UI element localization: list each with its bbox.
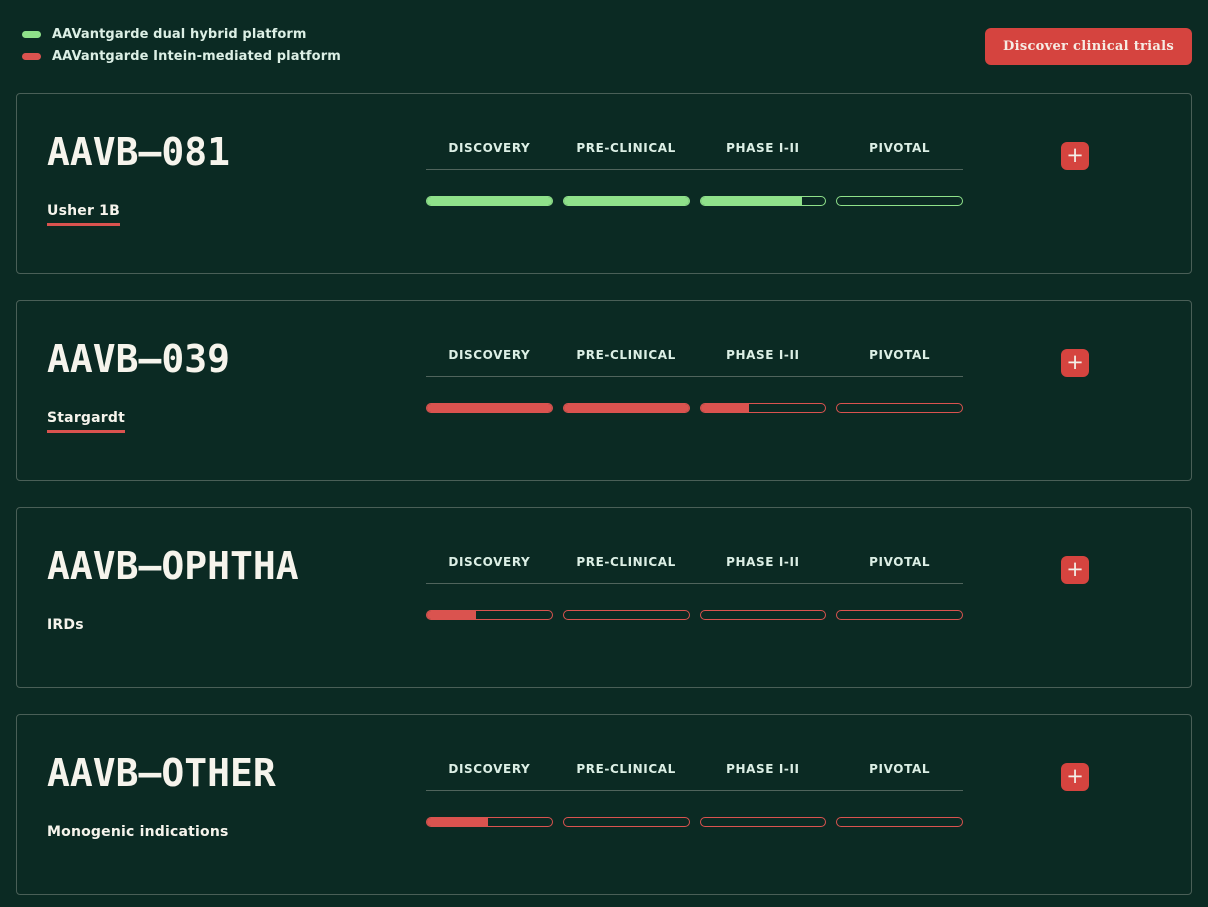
program-card: AAVB–081 Usher 1B DISCOVERY PRE-CLINICAL P… xyxy=(16,93,1192,274)
progress-bar xyxy=(562,403,690,413)
program-indication: Monogenic indications xyxy=(47,823,229,840)
stage-header: DISCOVERY xyxy=(448,141,531,155)
program-info: AAVB–OTHER Monogenic indications xyxy=(47,751,426,840)
stage-header: PHASE I-II xyxy=(726,555,800,569)
stage-header: PIVOTAL xyxy=(869,762,931,776)
expand-program-button[interactable]: + xyxy=(1061,349,1089,377)
legend-label: AAVantgarde Intein-mediated platform xyxy=(52,49,341,64)
stage-bar-row xyxy=(426,610,963,620)
discover-clinical-trials-button[interactable]: Discover clinical trials xyxy=(985,28,1192,65)
red-pill-icon xyxy=(22,53,41,60)
progress-bar xyxy=(426,196,553,206)
program-name: AAVB–039 xyxy=(47,337,231,381)
green-pill-icon xyxy=(22,31,41,38)
stage-grid: DISCOVERY PRE-CLINICAL PHASE I-II PIVOTAL xyxy=(426,546,963,620)
expand-program-button[interactable]: + xyxy=(1061,763,1089,791)
expand-program-button[interactable]: + xyxy=(1061,142,1089,170)
program-card: AAVB–OPHTHA IRDs DISCOVERY PRE-CLINICAL PH… xyxy=(16,507,1192,688)
pipeline-page: AAVantgarde dual hybrid platform AAVantg… xyxy=(0,0,1208,907)
program-name: AAVB–OPHTHA xyxy=(47,544,299,588)
stage-header: PHASE I-II xyxy=(726,141,800,155)
stage-header-row: DISCOVERY PRE-CLINICAL PHASE I-II PIVOTAL xyxy=(426,555,963,569)
progress-bar xyxy=(426,610,553,620)
progress-bar xyxy=(836,403,963,413)
stage-header: PRE-CLINICAL xyxy=(576,141,676,155)
program-name: AAVB–OTHER xyxy=(47,751,276,795)
progress-bar xyxy=(836,196,963,206)
legend-label: AAVantgarde dual hybrid platform xyxy=(52,27,307,42)
program-info: AAVB–081 Usher 1B xyxy=(47,130,426,226)
stage-header-row: DISCOVERY PRE-CLINICAL PHASE I-II PIVOTAL xyxy=(426,762,963,776)
progress-bar xyxy=(836,610,963,620)
progress-bar xyxy=(836,817,963,827)
stage-bar-row xyxy=(426,403,963,413)
progress-bar xyxy=(562,610,690,620)
stage-header: PIVOTAL xyxy=(869,141,931,155)
progress-bar xyxy=(699,610,827,620)
stage-grid: DISCOVERY PRE-CLINICAL PHASE I-II PIVOTAL xyxy=(426,753,963,827)
stage-header: DISCOVERY xyxy=(448,555,531,569)
topbar: AAVantgarde dual hybrid platform AAVantg… xyxy=(16,27,1192,65)
progress-bar xyxy=(699,196,827,206)
stage-header: PRE-CLINICAL xyxy=(576,348,676,362)
progress-bar xyxy=(699,817,827,827)
program-name: AAVB–081 xyxy=(47,130,231,174)
stage-grid: DISCOVERY PRE-CLINICAL PHASE I-II PIVOTAL xyxy=(426,132,963,206)
stage-header-row: DISCOVERY PRE-CLINICAL PHASE I-II PIVOTAL xyxy=(426,141,963,155)
expand-program-button[interactable]: + xyxy=(1061,556,1089,584)
stage-divider xyxy=(426,583,963,584)
program-info: AAVB–039 Stargardt xyxy=(47,337,426,433)
program-info: AAVB–OPHTHA IRDs xyxy=(47,544,426,633)
plus-icon: + xyxy=(1066,142,1084,167)
stage-header: PIVOTAL xyxy=(869,555,931,569)
program-card: AAVB–039 Stargardt DISCOVERY PRE-CLINICAL… xyxy=(16,300,1192,481)
stage-header: DISCOVERY xyxy=(448,762,531,776)
progress-bar xyxy=(699,403,827,413)
progress-bar xyxy=(426,817,553,827)
stage-bar-row xyxy=(426,817,963,827)
stage-bar-row xyxy=(426,196,963,206)
stage-header: DISCOVERY xyxy=(448,348,531,362)
plus-icon: + xyxy=(1066,763,1084,788)
progress-bar xyxy=(426,403,553,413)
pipeline-list: AAVB–081 Usher 1B DISCOVERY PRE-CLINICAL P… xyxy=(16,93,1192,895)
stage-grid: DISCOVERY PRE-CLINICAL PHASE I-II PIVOTAL xyxy=(426,339,963,413)
program-indication-link[interactable]: Stargardt xyxy=(47,410,126,433)
stage-header: PHASE I-II xyxy=(726,762,800,776)
program-indication: IRDs xyxy=(47,616,84,633)
legend-item-dual-hybrid: AAVantgarde dual hybrid platform xyxy=(22,27,341,42)
plus-icon: + xyxy=(1066,349,1084,374)
program-card: AAVB–OTHER Monogenic indications DISCOVE… xyxy=(16,714,1192,895)
stage-divider xyxy=(426,790,963,791)
progress-bar xyxy=(562,817,690,827)
stage-header: PRE-CLINICAL xyxy=(576,555,676,569)
progress-bar xyxy=(562,196,690,206)
stage-header: PRE-CLINICAL xyxy=(576,762,676,776)
stage-header-row: DISCOVERY PRE-CLINICAL PHASE I-II PIVOTAL xyxy=(426,348,963,362)
stage-divider xyxy=(426,169,963,170)
stage-divider xyxy=(426,376,963,377)
stage-header: PIVOTAL xyxy=(869,348,931,362)
platform-legend: AAVantgarde dual hybrid platform AAVantg… xyxy=(22,27,341,64)
plus-icon: + xyxy=(1066,556,1084,581)
legend-item-intein-mediated: AAVantgarde Intein-mediated platform xyxy=(22,49,341,64)
stage-header: PHASE I-II xyxy=(726,348,800,362)
program-indication-link[interactable]: Usher 1B xyxy=(47,203,120,226)
